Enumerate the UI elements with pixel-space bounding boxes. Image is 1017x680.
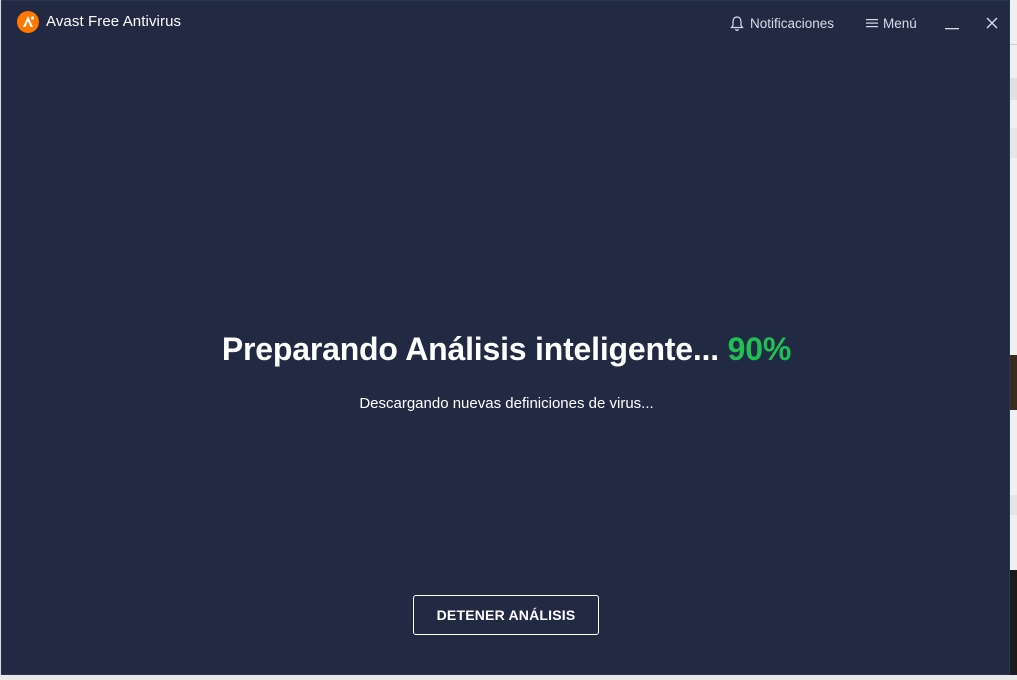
title-bar: Avast Free Antivirus Notificaciones Menú: [2, 1, 1009, 43]
close-button[interactable]: [980, 11, 1004, 35]
notifications-button[interactable]: Notificaciones: [729, 13, 834, 33]
scan-progress-percent: 90%: [727, 331, 792, 367]
minimize-icon: [945, 28, 959, 30]
avast-logo-icon: [17, 11, 39, 33]
notifications-label: Notificaciones: [750, 15, 835, 31]
scan-status-text: Descargando nuevas definiciones de virus…: [359, 395, 654, 412]
app-title: Avast Free Antivirus: [46, 13, 182, 30]
menu-button[interactable]: Menú: [866, 13, 917, 33]
desktop-background-right: [1010, 0, 1017, 680]
scan-headline-text: Preparando Análisis inteligente...: [221, 331, 719, 367]
desktop-background-bottom: [0, 675, 1017, 680]
minimize-button[interactable]: [940, 11, 964, 35]
avast-main-window: Avast Free Antivirus Notificaciones Menú: [1, 0, 1010, 675]
close-icon: [986, 17, 998, 29]
bell-icon: [729, 15, 745, 32]
hamburger-menu-icon: [866, 17, 878, 29]
scan-headline: Preparando Análisis inteligente... 90%: [2, 331, 1011, 368]
menu-label: Menú: [883, 15, 917, 31]
stop-scan-button[interactable]: DETENER ANÁLISIS: [413, 595, 599, 635]
